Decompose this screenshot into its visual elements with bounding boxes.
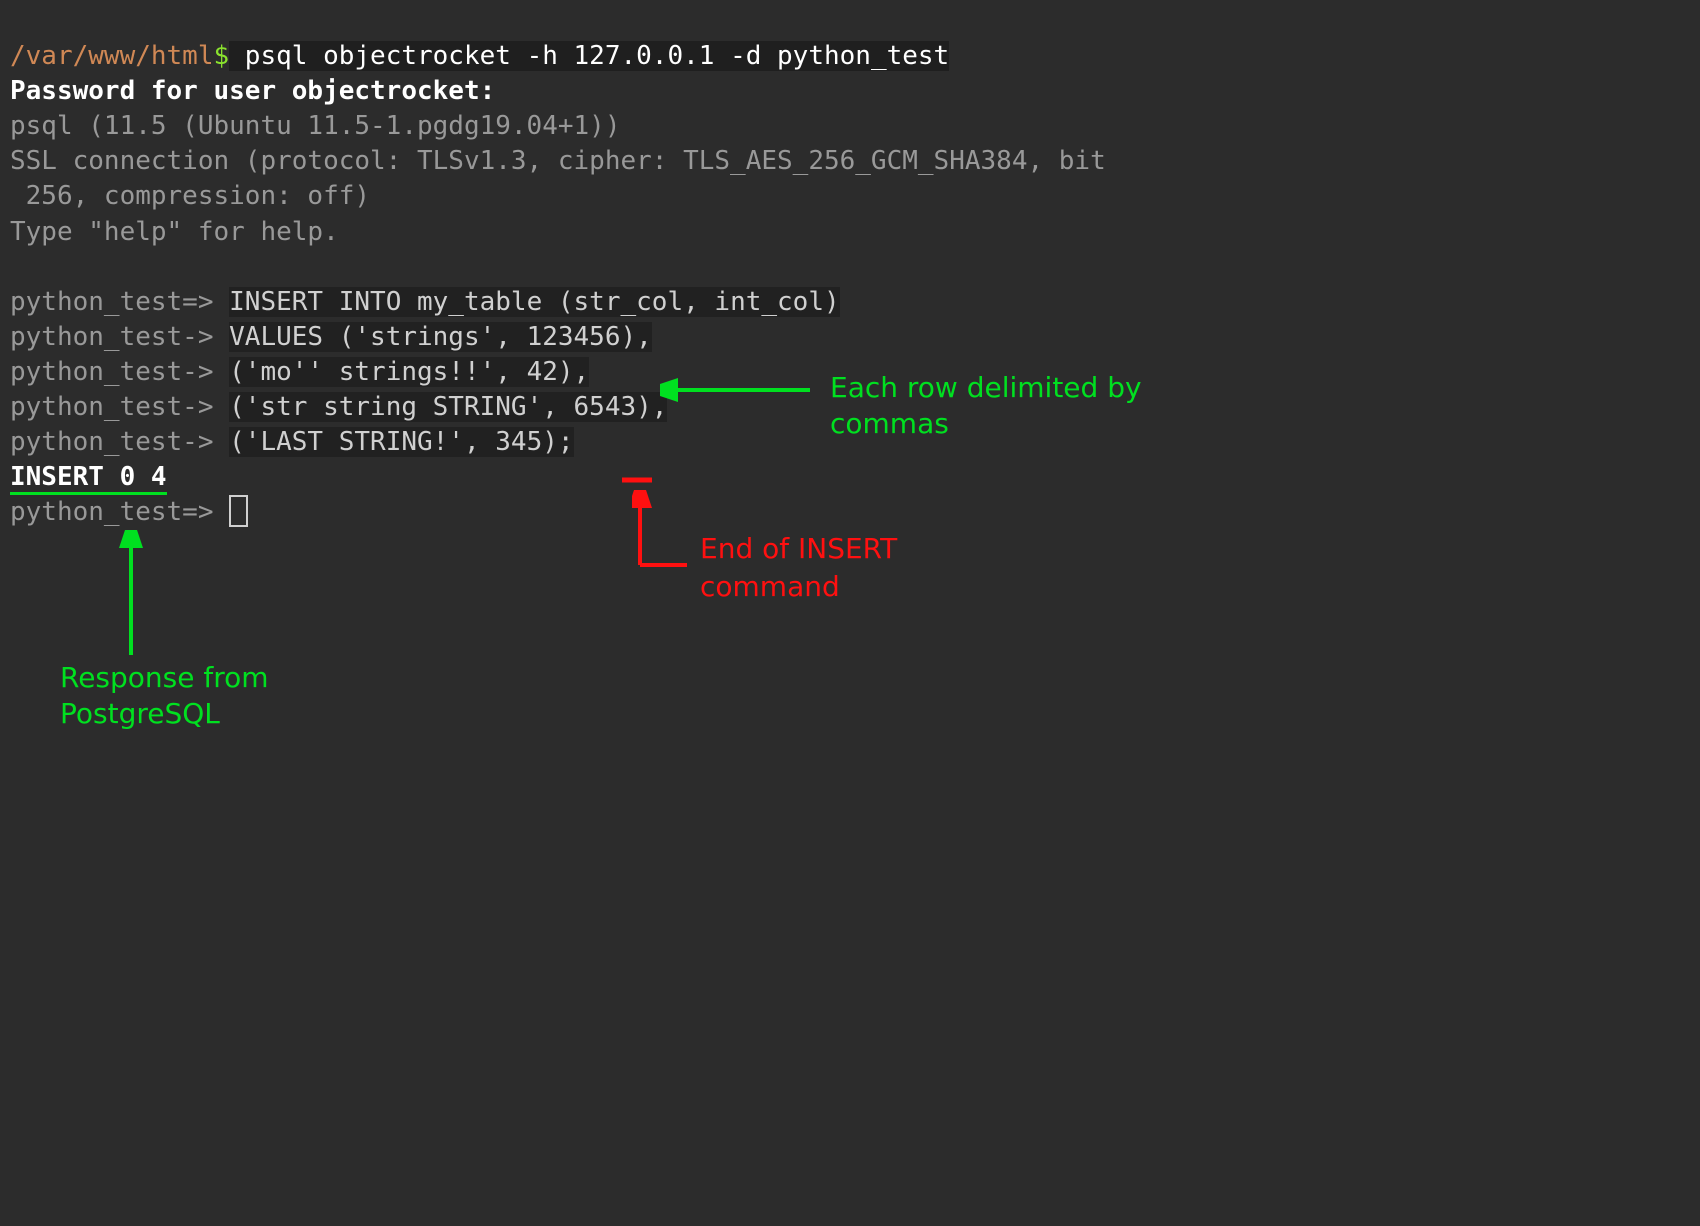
sql-line-5: python_test-> ('LAST STRING!', 345); [10, 427, 574, 457]
psql-prompt-cont: python_test-> [10, 427, 229, 457]
sql-line-3: python_test-> ('mo'' strings!!', 42), [10, 357, 589, 387]
password-line: Password for user objectrocket: [10, 76, 495, 106]
sql-text: INSERT INTO my_table (str_col, int_col) [229, 287, 839, 317]
ssl-line-2: 256, compression: off) [10, 181, 370, 211]
sql-text: ('LAST STRING!', 345); [229, 427, 573, 457]
sql-text: ('mo'' strings!!', 42), [229, 357, 589, 387]
psql-version: psql (11.5 (Ubuntu 11.5-1.pgdg19.04+1)) [10, 111, 620, 141]
terminal-output: /var/www/html$ psql objectrocket -h 127.… [0, 0, 1700, 534]
command-text: psql objectrocket -h 127.0.0.1 -d python… [229, 41, 949, 71]
sql-line-4: python_test-> ('str string STRING', 6543… [10, 392, 667, 422]
sql-text: VALUES ('strings', 123456), [229, 322, 652, 352]
psql-prompt-cont: python_test-> [10, 392, 229, 422]
cwd-path: /var/www/html [10, 41, 214, 71]
next-prompt[interactable]: python_test=> [10, 497, 248, 527]
psql-prompt: python_test=> [10, 497, 229, 527]
sql-text: ('str string STRING', 6543), [229, 392, 667, 422]
arrow-response-icon [116, 530, 146, 665]
prompt-line[interactable]: /var/www/html$ psql objectrocket -h 127.… [10, 41, 949, 71]
cursor-icon [229, 495, 248, 527]
psql-prompt-cont: python_test-> [10, 357, 229, 387]
annotation-end-insert: End of INSERTcommand [700, 530, 897, 606]
sql-line-1: python_test=> INSERT INTO my_table (str_… [10, 287, 840, 317]
annotation-commas: Each row delimited bycommas [830, 370, 1142, 443]
prompt-dollar: $ [214, 41, 230, 71]
psql-prompt-cont: python_test-> [10, 322, 229, 352]
help-line: Type "help" for help. [10, 217, 339, 247]
psql-prompt: python_test=> [10, 287, 229, 317]
sql-line-2: python_test-> VALUES ('strings', 123456)… [10, 322, 652, 352]
annotation-response: Response fromPostgreSQL [60, 660, 269, 733]
insert-result: INSERT 0 4 [10, 462, 167, 495]
ssl-line-1: SSL connection (protocol: TLSv1.3, ciphe… [10, 146, 1106, 176]
insert-result-text: INSERT 0 4 [10, 462, 167, 495]
